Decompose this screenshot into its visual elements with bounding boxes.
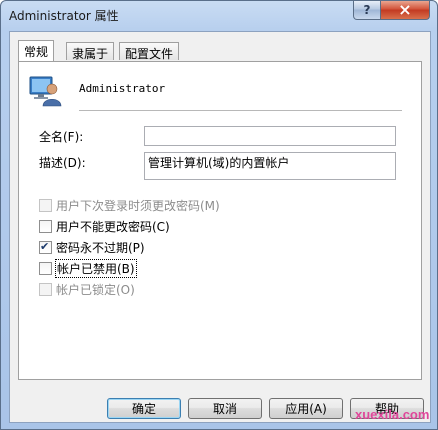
user-name: Administrator [79, 82, 166, 95]
checkbox-box[interactable] [39, 282, 52, 296]
dialog-client-area: 常规 隶属于 配置文件 Administrator 全名(F): 描述(D): [9, 31, 431, 423]
checkbox-box[interactable]: ✔ [39, 239, 52, 254]
tab-member-of[interactable]: 隶属于 [66, 42, 115, 61]
full-name-field[interactable] [144, 126, 396, 146]
user-icon [29, 75, 63, 110]
checkbox-cannot-change-password[interactable]: 用户不能更改密码(C) [39, 217, 170, 235]
description-label: 描述(D): [39, 156, 86, 170]
general-tab-panel: Administrator 全名(F): 描述(D): 管理计算机(域)的内置帐… [18, 61, 422, 380]
checkbox-box[interactable] [39, 198, 52, 212]
title-bar[interactable]: Administrator 属性 ? × [1, 1, 437, 29]
close-button[interactable]: × [380, 1, 430, 20]
window-title: Administrator 属性 [9, 9, 119, 23]
checkbox-box[interactable] [39, 261, 52, 275]
checkmark-icon: ✔ [40, 239, 50, 253]
question-mark-icon: ? [363, 3, 371, 17]
checkbox-label: 用户下次登录时须更改密码(M) [56, 198, 220, 213]
cancel-button[interactable]: 取消 [188, 398, 262, 419]
checkbox-account-disabled[interactable]: 帐户已禁用(B) [39, 258, 137, 278]
checkbox-password-never-expires[interactable]: ✔ 密码永不过期(P) [39, 238, 145, 256]
checkbox-account-locked[interactable]: 帐户已锁定(O) [39, 280, 135, 298]
checkbox-box[interactable] [39, 219, 52, 233]
checkbox-label: 帐户已锁定(O) [56, 282, 135, 297]
checkbox-label: 密码永不过期(P) [56, 240, 145, 255]
close-icon: × [398, 0, 412, 19]
properties-window: Administrator 属性 ? × 常规 隶属于 配置文件 Adminis… [0, 0, 438, 430]
tab-profile[interactable]: 配置文件 [119, 42, 180, 61]
description-field[interactable]: 管理计算机(域)的内置帐户 [144, 152, 396, 180]
separator [79, 110, 402, 111]
ok-button[interactable]: 确定 [107, 398, 181, 419]
help-title-button[interactable]: ? [353, 1, 381, 20]
checkbox-must-change-password[interactable]: 用户下次登录时须更改密码(M) [39, 196, 220, 214]
full-name-label: 全名(F): [39, 130, 84, 144]
checkbox-label: 帐户已禁用(B) [55, 258, 137, 278]
tab-general[interactable]: 常规 [18, 40, 55, 61]
watermark: xuexila.com [355, 407, 430, 422]
apply-button[interactable]: 应用(A) [269, 398, 343, 419]
checkbox-label: 用户不能更改密码(C) [56, 219, 170, 234]
